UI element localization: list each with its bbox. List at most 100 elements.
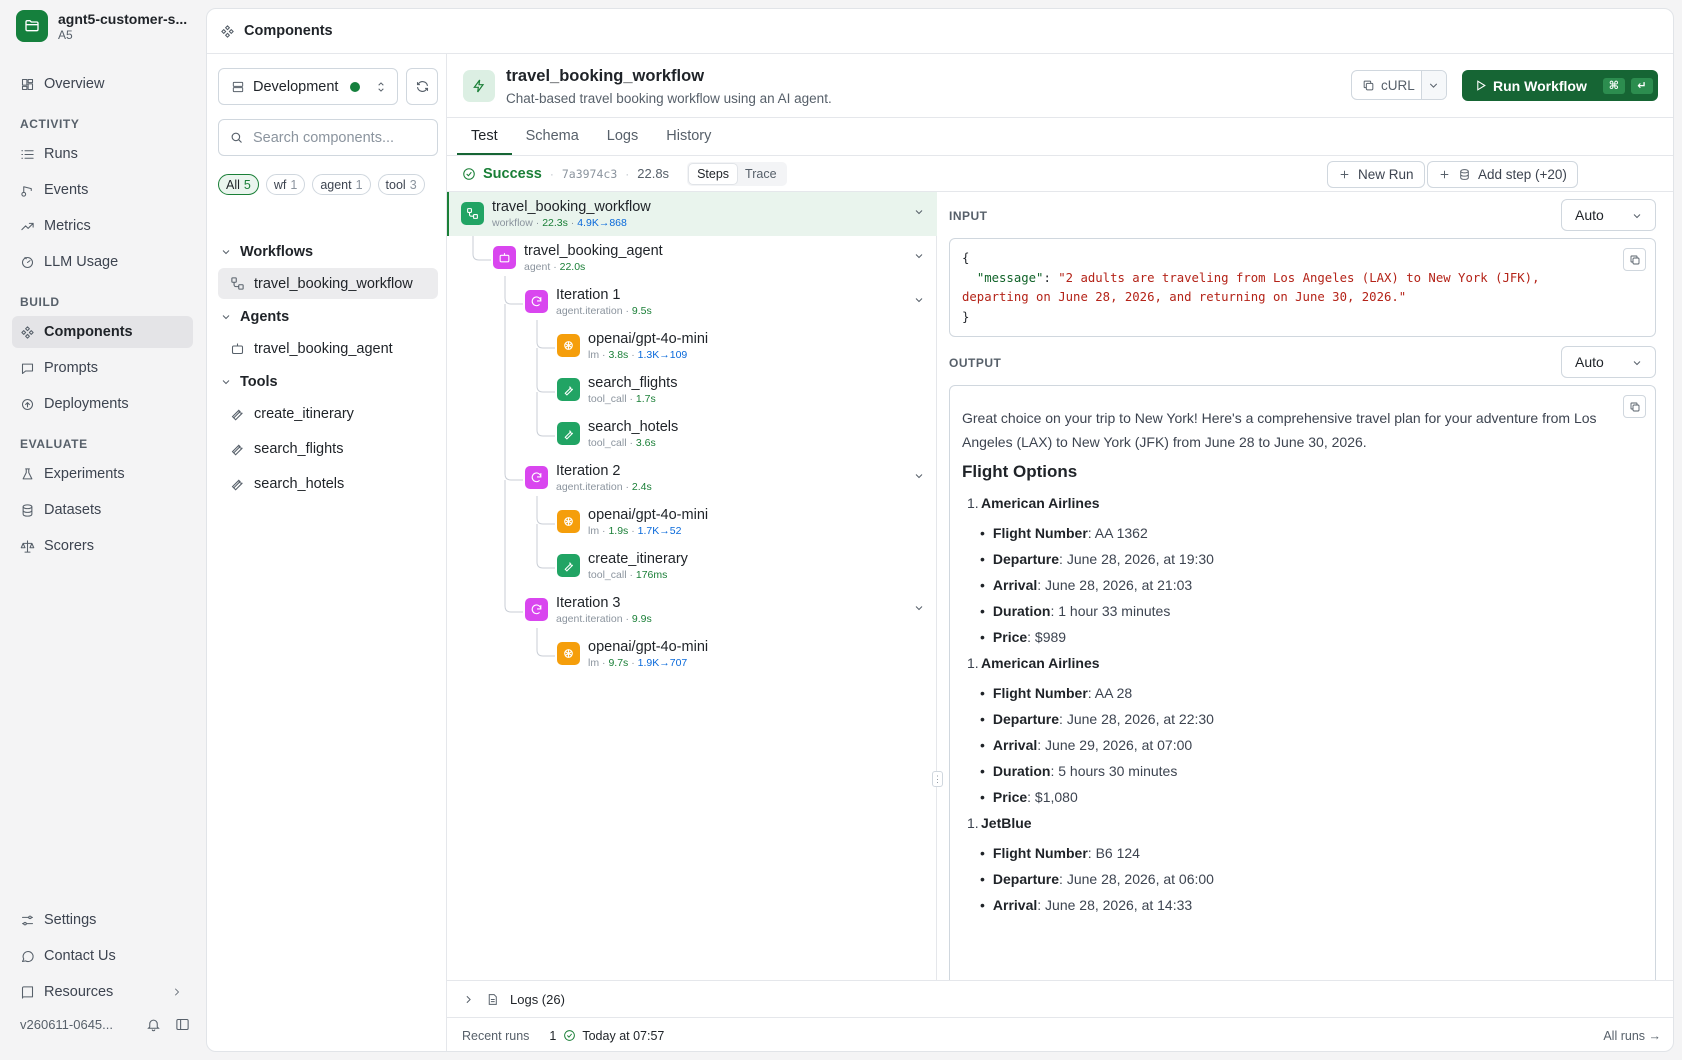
copy-output-button[interactable] [1623, 395, 1646, 418]
trace-node-tool[interactable]: create_itinerary tool_call · 176ms [557, 544, 937, 588]
nav-settings-label: Settings [44, 912, 97, 928]
refresh-button[interactable] [406, 68, 438, 105]
curl-dropdown-button[interactable] [1420, 71, 1446, 99]
chevron-down-icon [222, 315, 230, 320]
org-name: agnt5-customer-s... [58, 11, 188, 27]
trace-node-workflow[interactable]: travel_booking_workflow workflow · 22.3s … [461, 192, 937, 236]
deploy-icon [21, 398, 34, 410]
search-input[interactable] [253, 129, 433, 146]
tab-logs[interactable]: Logs [593, 118, 652, 155]
tab-schema[interactable]: Schema [512, 118, 593, 155]
nav-events[interactable]: Events [12, 174, 193, 206]
play-icon [1477, 80, 1486, 91]
trace-node-agent[interactable]: travel_booking_agent agent · 22.0s [493, 236, 937, 280]
detail-key: Departure [992, 871, 1060, 887]
trace-node-name: search_hotels [588, 419, 679, 435]
view-steps-button[interactable]: Steps [689, 163, 738, 184]
copy-input-button[interactable] [1623, 248, 1646, 271]
filter-chip-wf[interactable]: wf 1 [265, 174, 306, 195]
output-format-value: Auto [1575, 354, 1604, 370]
tree-item-search-flights[interactable]: search_flights [218, 433, 438, 464]
trace-node-lm[interactable]: openai/gpt-4o-mini lm · 3.8s · 1.3K→109 [557, 324, 937, 368]
copy-curl-button[interactable]: cURL [1352, 71, 1421, 99]
workflow-icon [461, 202, 484, 225]
detail-value: : June 28, 2026, at 19:30 [1059, 551, 1214, 567]
nav-llm-usage[interactable]: LLM Usage [12, 246, 193, 278]
trace-node-tool[interactable]: search_flights tool_call · 1.7s [557, 368, 937, 412]
trace-node-tokens: 1.7K→52 [637, 525, 682, 537]
sidebar-toggle-icon[interactable] [175, 1017, 190, 1032]
tree-item-search-hotels[interactable]: search_hotels [218, 468, 438, 499]
detail-value: : $1,080 [1027, 789, 1078, 805]
new-run-button[interactable]: New Run [1327, 161, 1425, 188]
trace-node-tool[interactable]: search_hotels tool_call · 3.6s [557, 412, 937, 456]
filter-chip-all[interactable]: All 5 [218, 174, 259, 195]
view-trace-button[interactable]: Trace [737, 164, 785, 184]
output-format-select[interactable]: Auto [1561, 346, 1656, 378]
tab-history[interactable]: History [652, 118, 725, 155]
tree-item-create-itinerary[interactable]: create_itinerary [218, 398, 438, 429]
openai-icon [557, 334, 580, 357]
trace-node-name: Iteration 2 [556, 463, 621, 479]
input-format-select[interactable]: Auto [1561, 199, 1656, 231]
trace-node-iteration-1[interactable]: Iteration 1 agent.iteration · 9.5s [525, 280, 937, 324]
filter-chip-count: 5 [243, 177, 251, 192]
input-json-box[interactable]: { "message": "2 adults are traveling fro… [949, 238, 1656, 337]
trace-node-name: openai/gpt-4o-mini [588, 331, 709, 347]
nav-metrics[interactable]: Metrics [12, 210, 193, 242]
tree-item-travel-booking-workflow[interactable]: travel_booking_workflow [218, 268, 438, 299]
nav-datasets[interactable]: Datasets [12, 494, 193, 526]
bell-icon[interactable] [146, 1017, 161, 1032]
tree-item-travel-booking-agent[interactable]: travel_booking_agent [218, 333, 438, 364]
group-agents[interactable]: Agents [218, 303, 438, 331]
nav-deployments-label: Deployments [44, 396, 129, 412]
recent-run-time[interactable]: Today at 07:57 [582, 1029, 664, 1043]
environment-select[interactable]: Development [218, 68, 398, 105]
all-runs-link[interactable]: All runs → [1603, 1029, 1661, 1043]
wrench-icon [557, 378, 580, 401]
nav-runs[interactable]: Runs [12, 138, 193, 170]
chevron-down-icon[interactable] [913, 206, 925, 218]
logs-toggle[interactable]: Logs (26) [447, 980, 1673, 1017]
tab-test[interactable]: Test [457, 118, 512, 155]
group-workflows[interactable]: Workflows [218, 238, 438, 266]
trace-node-iteration-2[interactable]: Iteration 2 agent.iteration · 2.4s [525, 456, 937, 500]
components-panel: Development All5 wf1 agent1 tool3 Workfl… [207, 54, 447, 1051]
trace-tree: travel_booking_workflow workflow · 22.3s … [447, 192, 943, 980]
nav-contact[interactable]: Contact Us [12, 940, 193, 972]
trace-node-lm[interactable]: openai/gpt-4o-mini lm · 1.9s · 1.7K→52 [557, 500, 937, 544]
nav-prompts[interactable]: Prompts [12, 352, 193, 384]
output-body: Great choice on your trip to New York! H… [950, 386, 1655, 938]
add-step-button[interactable]: Add step (+20) [1427, 161, 1578, 188]
nav-scorers[interactable]: Scorers [12, 530, 193, 562]
gauge-icon [21, 256, 34, 268]
nav-components[interactable]: Components [12, 316, 193, 348]
nav-overview[interactable]: Overview [12, 68, 193, 100]
trace-node-lm[interactable]: openai/gpt-4o-mini lm · 9.7s · 1.9K→707 [557, 632, 937, 676]
database-icon [22, 503, 33, 517]
filter-chip-agent[interactable]: agent 1 [312, 174, 371, 195]
chevron-down-icon[interactable] [913, 294, 925, 306]
nav-deployments[interactable]: Deployments [12, 388, 193, 420]
flight-detail: Duration: 5 hours 30 minutes [962, 758, 1643, 784]
trace-node-type: lm [588, 525, 600, 537]
trace-node-iteration-3[interactable]: Iteration 3 agent.iteration · 9.9s [525, 588, 937, 632]
nav-resources[interactable]: Resources [12, 976, 193, 1008]
trending-icon [21, 222, 34, 230]
curl-button-group: cURL [1351, 70, 1447, 100]
detail-panel: travel_booking_workflow Chat-based trave… [447, 54, 1673, 1051]
chevron-down-icon[interactable] [913, 470, 925, 482]
run-hash[interactable]: 7a3974c3 [562, 167, 617, 181]
recent-run-number[interactable]: 1 [549, 1029, 556, 1043]
run-workflow-button[interactable]: Run Workflow ⌘ ↵ [1462, 70, 1658, 101]
filter-chips: All 5 wf 1 agent 1 tool 3 [218, 174, 438, 195]
group-agents-label: Agents [240, 309, 290, 325]
chevron-down-icon[interactable] [913, 250, 925, 262]
chevron-down-icon[interactable] [913, 602, 925, 614]
nav-settings[interactable]: Settings [12, 904, 193, 936]
new-run-label: New Run [1358, 167, 1414, 182]
filter-chip-tool[interactable]: tool 3 [377, 174, 425, 195]
group-tools[interactable]: Tools [218, 368, 438, 396]
nav-experiments[interactable]: Experiments [12, 458, 193, 490]
org-switcher[interactable]: agnt5-customer-s... A5 [16, 10, 196, 42]
